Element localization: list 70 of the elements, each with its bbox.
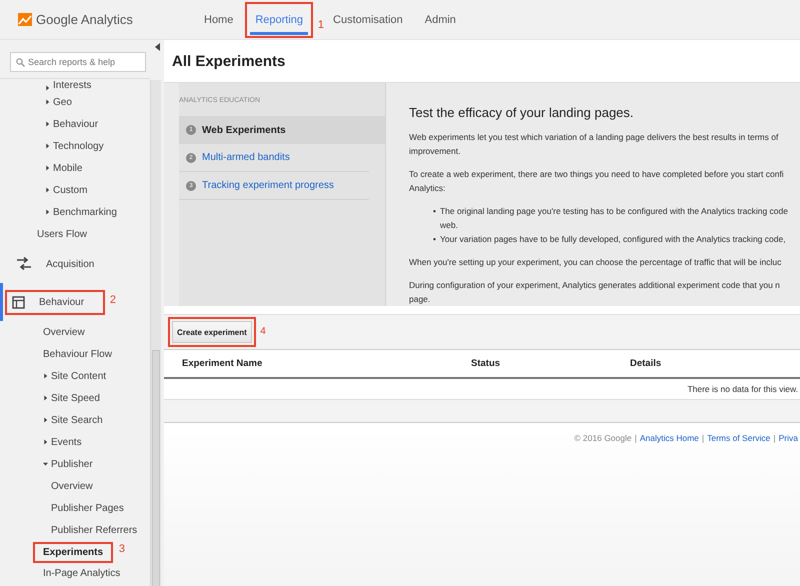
education-title: Test the efficacy of your landing pages. [409,105,635,120]
paragraph: Web experiments let you test which variation of a landing page delivers the best results in terms of improvement. [409,131,780,158]
nav-item[interactable]: In-Page Analytics [43,568,120,578]
column-header: Details [630,350,800,378]
nav-item[interactable]: Site Search [51,414,103,426]
nav-item[interactable]: Technology [53,140,104,152]
collapsed-caret-icon[interactable] [45,85,50,91]
expanded-caret-icon[interactable] [43,461,48,467]
nav-item[interactable]: Events [51,436,82,448]
collapsed-caret-icon[interactable] [45,143,50,149]
scrollbar-thumb[interactable] [152,350,160,586]
nav-section-link[interactable]: Behaviour [39,296,84,308]
copyright-text: © 2016 Google [574,433,632,443]
nav-item[interactable]: Site Speed [51,392,100,404]
arrows-icon [16,257,32,271]
nav-item[interactable]: Custom [53,184,88,196]
footer-link[interactable]: Analytics Home [640,433,699,443]
nav-item[interactable]: Mobile [53,162,82,174]
nav-item[interactable]: Interests [53,80,92,91]
nav-item[interactable]: Publisher Pages [51,502,124,514]
footer-link[interactable]: Terms of Service [707,433,770,443]
collapsed-caret-icon[interactable] [45,209,50,215]
link-separator: | [702,433,704,443]
paragraph: When you're setting up your experiment, you can choose the percentage of traffic that will be incluc [409,256,782,269]
bullet-marker: • [433,205,436,218]
paragraph: To create a web experiment, there are two things you need to have completed before you start confi Analytics: [409,168,785,195]
bullet-item: Your variation pages have to be fully developed, configured with the Analytics tracking code, [440,233,786,246]
callout-number: 3 [118,542,126,554]
callout-number: 4 [260,326,266,337]
nav-item[interactable]: Benchmarking [53,206,117,218]
nav-item[interactable]: Users Flow [37,228,88,240]
nav-item[interactable]: Overview [51,480,93,492]
nav-tab[interactable]: Reporting [244,1,314,39]
analytics-logo-icon [18,13,32,26]
collapse-icon[interactable] [155,43,161,51]
collapsed-caret-icon[interactable] [43,439,48,445]
nav-item[interactable]: Overview [43,326,85,338]
collapsed-caret-icon[interactable] [45,165,50,171]
nav-section-link[interactable]: Acquisition [46,258,94,270]
nav-tab[interactable]: Admin [414,1,467,39]
nav-item[interactable]: Behaviour [53,118,98,130]
collapsed-caret-icon[interactable] [45,187,50,193]
nav-tab[interactable]: Customisation [322,1,414,39]
callout-number: 2 [110,294,116,306]
nav-tab[interactable]: Home [193,1,244,39]
nav-item[interactable]: Geo [53,96,72,108]
nav-item[interactable]: Publisher Referrers [51,524,138,536]
column-header: Experiment Name [164,350,471,378]
nav-item[interactable]: Behaviour Flow [43,348,112,360]
link-separator: | [634,433,637,443]
collapsed-caret-icon[interactable] [45,99,50,105]
search-icon [16,58,25,67]
collapsed-caret-icon[interactable] [43,395,48,401]
column-header: Status [471,350,630,378]
link-separator: | [773,433,776,443]
page-title: All Experiments [171,52,286,72]
paragraph: During configuration of your experiment, Analytics generates additional experiment code that you n page. [409,279,781,306]
footer-link[interactable]: Priva [778,433,798,443]
nav-item[interactable]: Publisher [51,458,93,470]
app-name: Google Analytics [36,12,133,27]
nav-item[interactable]: Experiments [35,544,112,560]
nav-item[interactable]: Site Content [51,370,106,382]
layout-icon [12,296,25,308]
bullet-marker: • [433,233,436,246]
callout-number: 1 [318,19,324,31]
collapsed-caret-icon[interactable] [45,121,50,127]
collapsed-caret-icon[interactable] [43,417,48,423]
bullet-item: The original landing page you're testing has to be configured with the Analytics tracking code web. [440,205,789,232]
collapsed-caret-icon[interactable] [43,373,48,379]
search-field[interactable]: Search reports & help [10,52,146,72]
